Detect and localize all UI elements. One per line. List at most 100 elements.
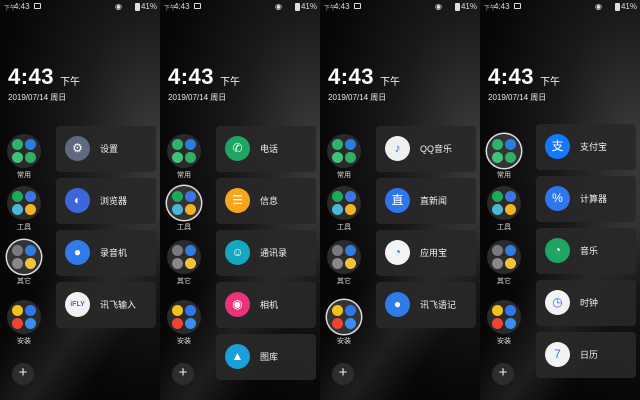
qq-music-icon: ♪: [385, 136, 410, 161]
status-bar: 下午 4:43 ◉ 41%: [160, 0, 320, 14]
folder-2[interactable]: 工具: [166, 186, 202, 232]
folder-app-dot: [492, 152, 503, 163]
folder-2[interactable]: 工具: [6, 186, 42, 232]
folder-3[interactable]: 其它: [166, 240, 202, 286]
image-notification-icon: [34, 3, 41, 9]
app-card-label: 支付宝: [580, 142, 608, 152]
folder-icon-circle[interactable]: [327, 134, 361, 168]
folder-4[interactable]: 安装: [486, 300, 522, 346]
lock-clock-ampm: 下午: [540, 77, 560, 88]
app-card[interactable]: ◐ 浏览器: [56, 178, 156, 224]
folder-app-dot: [185, 318, 196, 329]
folder-icon-circle[interactable]: [487, 300, 521, 334]
app-card[interactable]: ◔ 应用宝: [376, 230, 476, 276]
folder-app-dot: [12, 139, 23, 150]
app-card[interactable]: 7 日历: [536, 332, 636, 378]
folder-app-dot: [185, 258, 196, 269]
folder-app-dot: [505, 318, 516, 329]
iflytek-notes-icon: ●: [385, 292, 410, 317]
message-icon: ☰: [225, 188, 250, 213]
calendar-icon: 7: [545, 342, 570, 367]
folder-icon-circle[interactable]: [7, 240, 41, 274]
folder-app-dot: [332, 318, 343, 329]
app-card[interactable]: ♪ QQ音乐: [376, 126, 476, 172]
folder-1[interactable]: 常用: [166, 134, 202, 180]
folder-2[interactable]: 工具: [326, 186, 362, 232]
folder-icon-circle[interactable]: [7, 186, 41, 220]
battery-percent: 41%: [620, 2, 637, 11]
folder-app-dot: [505, 152, 516, 163]
folder-label: 工具: [497, 224, 511, 231]
app-card-label: 音乐: [580, 246, 599, 256]
folder-icon-circle[interactable]: [487, 186, 521, 220]
add-folder-button[interactable]: +: [172, 363, 194, 385]
folder-app-dot: [25, 204, 36, 215]
folder-label: 常用: [337, 172, 351, 179]
status-time: 4:43: [14, 2, 30, 11]
add-folder-button[interactable]: +: [12, 363, 34, 385]
app-card[interactable]: % 计算器: [536, 176, 636, 222]
folder-1[interactable]: 常用: [6, 134, 42, 180]
folder-icon-circle[interactable]: [327, 300, 361, 334]
calculator-icon: %: [545, 186, 570, 211]
folder-icon-circle[interactable]: [7, 134, 41, 168]
iflytek-icon: iFLY: [65, 292, 90, 317]
app-card[interactable]: ⚙ 设置: [56, 126, 156, 172]
folder-label: 安装: [17, 338, 31, 345]
folder-4[interactable]: 安装: [326, 300, 362, 346]
folder-3[interactable]: 其它: [6, 240, 42, 286]
app-card[interactable]: ✆ 电话: [216, 126, 316, 172]
app-card-label: QQ音乐: [420, 144, 453, 154]
status-time: 4:43: [174, 2, 190, 11]
folder-app-dot: [12, 305, 23, 316]
app-card[interactable]: iFLY 讯飞输入: [56, 282, 156, 328]
folder-3[interactable]: 其它: [326, 240, 362, 286]
music-icon: ◔: [545, 238, 570, 263]
folder-3[interactable]: 其它: [486, 240, 522, 286]
folder-icon-circle[interactable]: [487, 240, 521, 274]
app-card[interactable]: 直直新闻: [376, 178, 476, 224]
app-card-label: 直新闻: [420, 196, 448, 206]
alipay-icon: 支: [545, 134, 570, 159]
app-card[interactable]: ☺ 通讯录: [216, 230, 316, 276]
folder-label: 工具: [337, 224, 351, 231]
folder-app-dot: [172, 152, 183, 163]
phone-icon: ✆: [225, 136, 250, 161]
folder-icon-circle[interactable]: [487, 134, 521, 168]
folder-app-dot: [12, 258, 23, 269]
folder-app-dot: [12, 204, 23, 215]
folder-4[interactable]: 安装: [166, 300, 202, 346]
app-card[interactable]: ◔ 音乐: [536, 228, 636, 274]
add-folder-button[interactable]: +: [492, 363, 514, 385]
folder-label: 其它: [497, 278, 511, 285]
app-card-label: 录音机: [100, 248, 128, 258]
add-folder-button[interactable]: +: [332, 363, 354, 385]
app-card[interactable]: ● 录音机: [56, 230, 156, 276]
folder-4[interactable]: 安装: [6, 300, 42, 346]
app-card[interactable]: ◷ 时钟: [536, 280, 636, 326]
app-card[interactable]: ▲ 图库: [216, 334, 316, 380]
app-card[interactable]: ● 讯飞语记: [376, 282, 476, 328]
folder-icon-circle[interactable]: [167, 240, 201, 274]
app-card[interactable]: ☰ 信息: [216, 178, 316, 224]
eye-icon: ◉: [435, 2, 442, 11]
app-card-label: 通讯录: [260, 248, 288, 258]
app-card-label: 日历: [580, 350, 599, 360]
folder-icon-circle[interactable]: [327, 240, 361, 274]
folder-app-dot: [185, 204, 196, 215]
app-card-label: 电话: [260, 144, 279, 154]
battery-icon: [135, 3, 140, 11]
folder-icon-circle[interactable]: [167, 186, 201, 220]
app-card[interactable]: 支支付宝: [536, 124, 636, 170]
app-card[interactable]: ◉ 相机: [216, 282, 316, 328]
screen-panel-3: 下午 4:43 ◉ 41% 4:43 下午 2019/07/14 周日 常用 工具 其它 安装 + ♪ Q…: [320, 0, 480, 400]
folder-icon-circle[interactable]: [327, 186, 361, 220]
folder-2[interactable]: 工具: [486, 186, 522, 232]
folder-icon-circle[interactable]: [7, 300, 41, 334]
folder-app-dot: [172, 318, 183, 329]
folder-icon-circle[interactable]: [167, 134, 201, 168]
folder-icon-circle[interactable]: [167, 300, 201, 334]
folder-1[interactable]: 常用: [486, 134, 522, 180]
folder-label: 工具: [177, 224, 191, 231]
folder-1[interactable]: 常用: [326, 134, 362, 180]
